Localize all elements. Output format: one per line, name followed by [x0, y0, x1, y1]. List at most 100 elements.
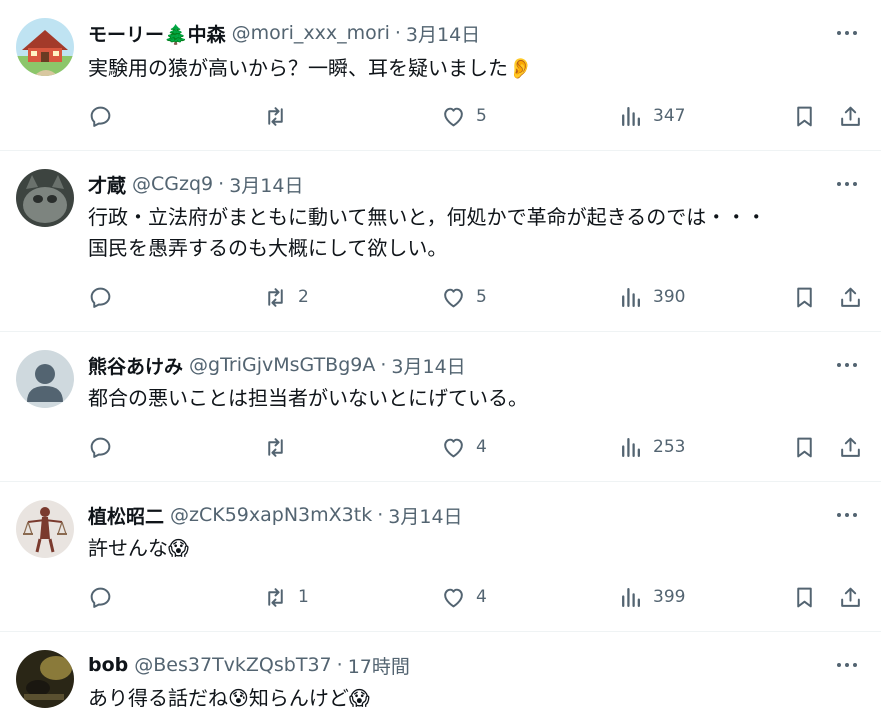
user-handle[interactable]: @CGzq9	[132, 173, 213, 195]
tweet[interactable]: モーリー🌲中森 @mori_xxx_mori · 3月14日 実験用の猿が高いか…	[0, 0, 881, 151]
tweet-text-line: 国民を愚弄するのも大概にして欲しい。	[88, 236, 448, 260]
retweet-button[interactable]	[263, 429, 298, 465]
share-icon	[841, 587, 860, 607]
share-button[interactable]	[838, 279, 863, 315]
views-button[interactable]: 347	[618, 98, 685, 134]
like-count: 4	[476, 587, 487, 607]
tweet[interactable]: 熊谷あけみ @gTriGjvMsGTBg9A · 3月14日 都合の悪いことは担…	[0, 332, 881, 482]
view-count: 399	[653, 587, 686, 607]
retweet-button[interactable]: 2	[263, 279, 309, 315]
share-button[interactable]	[838, 98, 863, 134]
dark-photo-avatar-image	[16, 650, 74, 708]
like-button[interactable]: 5	[441, 98, 487, 134]
more-icon	[837, 182, 841, 186]
more-icon	[837, 363, 841, 367]
display-name[interactable]: モーリー🌲中森	[88, 20, 226, 47]
reply-button[interactable]	[88, 279, 123, 315]
heart-icon	[444, 288, 463, 307]
views-icon	[622, 287, 640, 307]
reply-icon	[90, 287, 111, 308]
share-icon	[841, 106, 860, 126]
tweet-header: 植松昭二 @zCK59xapN3mX3tk · 3月14日	[88, 501, 463, 529]
default-avatar-image	[16, 350, 74, 408]
separator-dot: ·	[336, 654, 343, 676]
more-options-button[interactable]	[829, 351, 865, 379]
tweet-text: 都合の悪いことは担当者がいないとにげている。	[88, 383, 868, 414]
tweet-text-line: あり得る話だね😰知らんけど😱	[88, 686, 370, 710]
user-handle[interactable]: @zCK59xapN3mX3tk	[170, 504, 372, 526]
retweet-button[interactable]	[263, 98, 298, 134]
retweet-button[interactable]: 1	[263, 579, 309, 615]
tweet-header: 才蔵 @CGzq9 · 3月14日	[88, 170, 303, 198]
retweet-count: 1	[298, 587, 309, 607]
like-button[interactable]: 4	[441, 579, 487, 615]
tweet-text: 許せんな😱	[88, 533, 868, 564]
retweet-icon	[268, 587, 283, 607]
views-button[interactable]: 390	[618, 279, 685, 315]
user-handle[interactable]: @Bes37TvkZQsbT37	[134, 654, 331, 676]
more-options-button[interactable]	[829, 170, 865, 198]
tweet-header: 熊谷あけみ @gTriGjvMsGTBg9A · 3月14日	[88, 351, 466, 379]
user-handle[interactable]: @mori_xxx_mori	[232, 22, 390, 44]
tweet-header: モーリー🌲中森 @mori_xxx_mori · 3月14日	[88, 19, 480, 47]
views-button[interactable]: 399	[618, 579, 685, 615]
share-button[interactable]	[838, 429, 863, 465]
bookmark-button[interactable]	[792, 579, 817, 615]
heart-icon	[444, 438, 463, 457]
display-name[interactable]: bob	[88, 654, 128, 676]
bookmark-button[interactable]	[792, 98, 817, 134]
reply-button[interactable]	[88, 429, 123, 465]
views-icon	[622, 437, 640, 457]
action-bar: 5 347	[88, 98, 868, 134]
avatar[interactable]	[16, 350, 74, 408]
reply-icon	[90, 437, 111, 458]
more-icon	[837, 513, 841, 517]
avatar[interactable]	[16, 18, 74, 76]
like-count: 5	[476, 106, 487, 126]
bookmark-button[interactable]	[792, 279, 817, 315]
reply-button[interactable]	[88, 579, 123, 615]
avatar[interactable]	[16, 169, 74, 227]
bookmark-button[interactable]	[792, 429, 817, 465]
action-bar: 2 5 390	[88, 279, 868, 315]
more-options-button[interactable]	[829, 651, 865, 679]
like-button[interactable]: 5	[441, 279, 487, 315]
tweet[interactable]: 才蔵 @CGzq9 · 3月14日 行政・立法府がまともに動いて無いと，何処かで…	[0, 151, 881, 332]
share-icon	[841, 287, 860, 307]
action-bar: 4 253	[88, 429, 868, 465]
timestamp[interactable]: 3月14日	[388, 502, 462, 529]
share-button[interactable]	[838, 579, 863, 615]
tweet-text-line: 許せんな😱	[88, 536, 189, 560]
tweet[interactable]: 植松昭二 @zCK59xapN3mX3tk · 3月14日 許せんな😱 1 4 …	[0, 482, 881, 632]
avatar[interactable]	[16, 500, 74, 558]
like-count: 4	[476, 437, 487, 457]
display-name[interactable]: 熊谷あけみ	[88, 352, 183, 379]
share-icon	[841, 437, 860, 457]
tweet-text: あり得る話だね😰知らんけど😱	[88, 683, 868, 714]
like-button[interactable]: 4	[441, 429, 487, 465]
more-icon	[837, 663, 841, 667]
more-options-button[interactable]	[829, 19, 865, 47]
tweet-text: 実験用の猿が高いから？一瞬、耳を疑いました👂	[88, 53, 868, 84]
retweet-icon	[268, 437, 283, 457]
heart-icon	[444, 107, 463, 126]
timestamp[interactable]: 3月14日	[406, 20, 480, 47]
display-name[interactable]: 才蔵	[88, 171, 126, 198]
tweet-text-line: 行政・立法府がまともに動いて無いと，何処かで革命が起きるのでは・・・	[88, 205, 767, 229]
timestamp[interactable]: 17時間	[348, 652, 410, 679]
timestamp[interactable]: 3月14日	[229, 171, 303, 198]
display-name[interactable]: 植松昭二	[88, 502, 164, 529]
more-options-button[interactable]	[829, 501, 865, 529]
views-button[interactable]: 253	[618, 429, 685, 465]
reply-button[interactable]	[88, 98, 123, 134]
retweet-icon	[268, 287, 283, 307]
timestamp[interactable]: 3月14日	[391, 352, 465, 379]
views-icon	[622, 106, 640, 126]
tweet[interactable]: bob @Bes37TvkZQsbT37 · 17時間 あり得る話だね😰知らんけ…	[0, 632, 881, 727]
user-handle[interactable]: @gTriGjvMsGTBg9A	[189, 354, 375, 376]
tweet-text: 行政・立法府がまともに動いて無いと，何処かで革命が起きるのでは・・・ 国民を愚弄…	[88, 202, 868, 264]
separator-dot: ·	[377, 504, 384, 526]
view-count: 253	[653, 437, 686, 457]
avatar[interactable]	[16, 650, 74, 708]
tweet-text-line: 実験用の猿が高いから？一瞬、耳を疑いました👂	[88, 56, 533, 80]
